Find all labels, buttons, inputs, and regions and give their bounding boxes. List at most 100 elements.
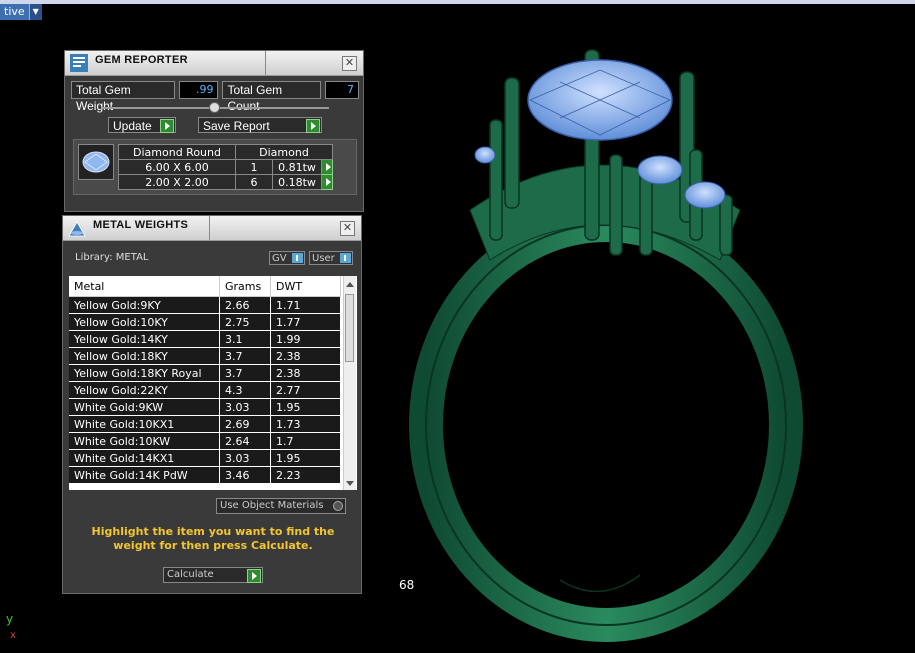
gem-weight: 0.18tw xyxy=(272,174,322,190)
chevron-down-icon[interactable]: ▼ xyxy=(28,4,42,20)
scroll-down-icon[interactable] xyxy=(346,481,354,486)
metal-row[interactable]: Yellow Gold:14KY 3.1 1.99 xyxy=(69,330,341,348)
metal-dwt: 2.38 xyxy=(270,347,341,365)
close-icon[interactable]: ✕ xyxy=(342,56,357,71)
title-divider xyxy=(265,51,266,75)
gem-row-go-button[interactable] xyxy=(321,159,333,175)
column-header-grams[interactable]: Grams xyxy=(219,276,271,297)
metal-name: Yellow Gold:14KY xyxy=(69,330,220,348)
metal-row[interactable]: White Gold:14K PdW 3.46 2.23 xyxy=(69,466,341,484)
metal-dwt: 1.73 xyxy=(270,415,341,433)
gem-row[interactable]: 2.00 X 2.00 6 0.18tw xyxy=(118,174,333,190)
metal-grams: 3.03 xyxy=(219,449,271,467)
metal-dwt: 1.95 xyxy=(270,449,341,467)
user-toggle-label: User xyxy=(312,253,335,264)
metal-dwt: 1.77 xyxy=(270,313,341,331)
metal-name: Yellow Gold:18KY Royal xyxy=(69,364,220,382)
update-button[interactable]: Update xyxy=(108,117,176,133)
metal-row[interactable]: Yellow Gold:9KY 2.66 1.71 xyxy=(69,296,341,314)
metal-name: Yellow Gold:9KY xyxy=(69,296,220,314)
column-header-dwt[interactable]: DWT xyxy=(270,276,341,297)
metal-table: Metal Grams DWT Yellow Gold:9KY 2.66 1.71 Y… xyxy=(69,276,341,484)
use-object-materials-option[interactable]: Use Object Materials xyxy=(216,498,346,514)
metal-row[interactable]: Yellow Gold:22KY 4.3 2.77 xyxy=(69,381,341,399)
diamond-round-icon xyxy=(78,144,114,180)
mode-selector[interactable]: tive ▼ xyxy=(0,4,42,20)
user-toggle[interactable]: User xyxy=(309,251,353,265)
scroll-up-icon[interactable] xyxy=(346,282,354,287)
gem-reporter-title: GEM REPORTER xyxy=(95,54,188,66)
metal-grams: 3.1 xyxy=(219,330,271,348)
metal-list[interactable]: Metal Grams DWT Yellow Gold:9KY 2.66 1.71 Y… xyxy=(69,276,357,490)
metal-row[interactable]: White Gold:9KW 3.03 1.95 xyxy=(69,398,341,416)
save-report-button[interactable]: Save Report xyxy=(198,117,322,133)
gem-slider-handle[interactable] xyxy=(209,102,220,113)
metal-dwt: 1.99 xyxy=(270,330,341,348)
radio-icon[interactable] xyxy=(333,501,343,511)
metal-name: White Gold:14KX1 xyxy=(69,449,220,467)
metal-row[interactable]: White Gold:14KX1 3.03 1.95 xyxy=(69,449,341,467)
total-gem-weight-label: Total Gem Weight xyxy=(71,81,175,113)
metal-dwt: 2.38 xyxy=(270,364,341,382)
gem-totals-row: Total Gem Weight .99 Total Gem Count 7 xyxy=(71,81,359,113)
metal-row[interactable]: Yellow Gold:18KY 3.7 2.38 xyxy=(69,347,341,365)
metal-row[interactable]: White Gold:10KX1 2.69 1.73 xyxy=(69,415,341,433)
metal-dwt: 2.77 xyxy=(270,381,341,399)
metal-grams: 2.69 xyxy=(219,415,271,433)
metal-name: Yellow Gold:10KY xyxy=(69,313,220,331)
metal-grams: 3.46 xyxy=(219,466,271,484)
use-object-materials-label: Use Object Materials xyxy=(220,500,324,511)
close-icon[interactable]: ✕ xyxy=(340,221,355,236)
metal-row[interactable]: Yellow Gold:10KY 2.75 1.77 xyxy=(69,313,341,331)
total-gem-weight-value: .99 xyxy=(178,81,219,99)
gem-shape-header: Diamond Round xyxy=(118,144,236,160)
scale-icon xyxy=(68,221,86,237)
axis-y-label: y xyxy=(6,612,14,626)
gem-report-icon xyxy=(70,54,88,72)
gem-size: 6.00 X 6.00 xyxy=(118,159,236,175)
metal-dwt: 1.7 xyxy=(270,432,341,450)
metal-name: White Gold:14K PdW xyxy=(69,466,220,484)
metal-grams: 2.66 xyxy=(219,296,271,314)
metal-dwt: 1.95 xyxy=(270,398,341,416)
ring-shank xyxy=(409,208,803,642)
gem-reporter-titlebar[interactable]: GEM REPORTER ✕ xyxy=(65,51,363,76)
gv-toggle[interactable]: GV xyxy=(269,251,305,265)
metal-row[interactable]: White Gold:10KW 2.64 1.7 xyxy=(69,432,341,450)
gem-table-area: Diamond Round Diamond 6.00 X 6.00 1 0.81… xyxy=(73,139,357,195)
metal-grams: 3.7 xyxy=(219,347,271,365)
gem-row-go-button[interactable] xyxy=(321,174,333,190)
metal-name: White Gold:10KW xyxy=(69,432,220,450)
metal-name: Yellow Gold:18KY xyxy=(69,347,220,365)
metal-name: White Gold:10KX1 xyxy=(69,415,220,433)
metal-row[interactable]: Yellow Gold:18KY Royal 3.7 2.38 xyxy=(69,364,341,382)
play-icon xyxy=(306,119,320,133)
mode-label[interactable]: tive xyxy=(0,4,29,20)
side-gem xyxy=(684,181,726,209)
metal-list-scrollbar[interactable] xyxy=(343,276,356,490)
side-gem xyxy=(474,146,496,164)
metal-grams: 3.03 xyxy=(219,398,271,416)
play-icon xyxy=(160,119,174,133)
metal-dwt: 2.23 xyxy=(270,466,341,484)
metal-grams: 4.3 xyxy=(219,381,271,399)
update-label: Update xyxy=(113,119,152,133)
gem-table: Diamond Round Diamond 6.00 X 6.00 1 0.81… xyxy=(118,144,333,190)
metal-grams: 2.64 xyxy=(219,432,271,450)
calculate-button[interactable]: Calculate xyxy=(163,567,263,583)
toggle-icon xyxy=(340,253,351,263)
metal-name: White Gold:9KW xyxy=(69,398,220,416)
title-divider xyxy=(209,216,210,240)
metal-weights-titlebar[interactable]: METAL WEIGHTS ✕ xyxy=(63,216,361,241)
metal-weights-panel: METAL WEIGHTS ✕ Library: METAL GV User M… xyxy=(62,215,362,594)
gem-size: 2.00 X 2.00 xyxy=(118,174,236,190)
scroll-thumb[interactable] xyxy=(345,294,354,362)
column-header-metal[interactable]: Metal xyxy=(69,276,220,297)
metal-weights-title: METAL WEIGHTS xyxy=(93,219,189,231)
gem-count: 1 xyxy=(235,159,273,175)
viewport-number: 68 xyxy=(399,578,415,592)
toggle-icon xyxy=(292,253,303,263)
gem-row[interactable]: 6.00 X 6.00 1 0.81tw xyxy=(118,159,333,175)
metal-grams: 2.75 xyxy=(219,313,271,331)
side-gem xyxy=(637,155,683,185)
